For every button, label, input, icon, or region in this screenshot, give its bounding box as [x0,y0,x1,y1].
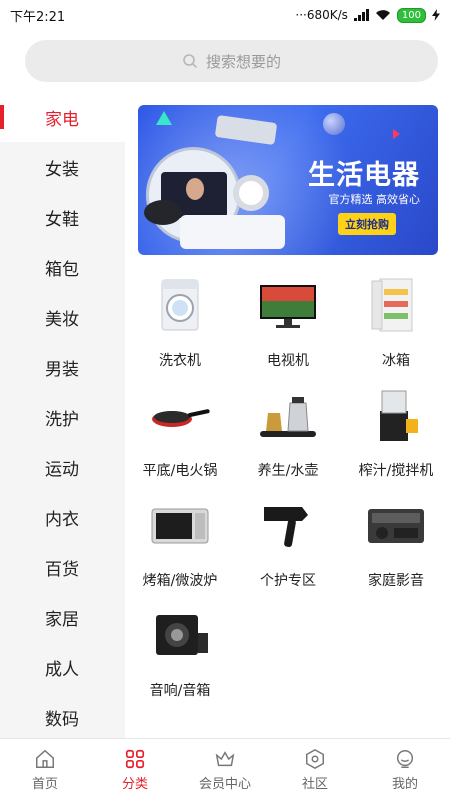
sidebar-item-label: 女装 [45,159,79,180]
category-speaker[interactable]: 音响/音箱 [125,600,235,710]
banner-subtitle: 官方精选 高效省心 [328,193,421,206]
sidebar-item-digital[interactable]: 数码 [0,692,125,738]
sphere-decoration [323,113,345,135]
promo-banner[interactable]: 生活电器 官方精选 高效省心 立刻抢购 [138,105,438,255]
sidebar-item-bags[interactable]: 箱包 [0,242,125,292]
sidebar-item-mens-clothing[interactable]: 男装 [0,342,125,392]
crown-icon [215,750,235,766]
kettle-icon [260,397,316,437]
sidebar-item-womens-shoes[interactable]: 女鞋 [0,192,125,242]
category-kettle[interactable]: 养生/水壶 [233,380,343,490]
sidebar-item-adult[interactable]: 成人 [0,642,125,692]
hair-dryer-icon [264,507,308,548]
tv-icon [260,285,316,328]
sidebar-item-appliances[interactable]: 家电 [0,92,125,142]
wifi-icon [375,10,390,20]
sidebar-item-general-goods[interactable]: 百货 [0,542,125,592]
sidebar-item-label: 男装 [45,359,79,380]
sidebar-item-label: 家电 [45,109,79,130]
charging-icon [432,9,440,21]
category-label: 平底/电火锅 [142,463,218,479]
sidebar-item-label: 箱包 [45,259,79,280]
category-label: 电视机 [267,353,309,369]
category-washing-machine[interactable]: 洗衣机 [125,270,235,380]
nav-label: 我的 [391,776,418,792]
category-label: 烤箱/微波炉 [142,573,218,589]
nav-profile[interactable]: 我的 [360,739,450,800]
status-indicators: ···680K/s 100 [295,7,440,23]
banner-title: 生活电器 [308,160,420,191]
category-sidebar[interactable]: 家电 女装 女鞋 箱包 美妆 男装 洗护 运动 内衣 百货 家居 成人 数码 [0,92,125,738]
sidebar-item-label: 洗护 [45,409,79,430]
sidebar-item-personal-care[interactable]: 洗护 [0,392,125,442]
search-icon [183,54,198,69]
category-label: 洗衣机 [159,353,201,369]
sidebar-item-home[interactable]: 家居 [0,592,125,642]
category-label: 榨汁/搅拌机 [358,463,434,479]
camera-image [233,175,269,211]
category-home-audio[interactable]: 家庭影音 [341,490,450,600]
category-personal-care[interactable]: 个护专区 [233,490,343,600]
sidebar-item-sports[interactable]: 运动 [0,442,125,492]
status-time: 下午2:21 [10,9,66,25]
fridge-icon [371,278,413,332]
sidebar-item-womens-clothing[interactable]: 女装 [0,142,125,192]
category-label: 冰箱 [382,353,410,369]
search-bar[interactable]: 搜索想要的 [25,40,438,82]
washing-machine-icon [161,279,199,331]
nav-label: 社区 [301,776,328,792]
battery-icon: 100 [396,7,426,23]
sidebar-item-label: 内衣 [45,509,79,530]
sidebar-item-label: 运动 [45,459,79,480]
sidebar-item-label: 女鞋 [45,209,79,230]
sidebar-item-makeup[interactable]: 美妆 [0,292,125,342]
nav-category[interactable]: 分类 [90,739,180,800]
community-icon [306,748,324,769]
buy-now-button[interactable]: 立刻抢购 [338,213,396,235]
sidebar-item-label: 数码 [45,709,79,730]
sidebar-item-label: 百货 [45,559,79,580]
home-icon [36,749,54,768]
category-tv[interactable]: 电视机 [233,270,343,380]
category-microwave[interactable]: 烤箱/微波炉 [125,490,235,600]
microwave-icon [151,508,209,544]
nav-label: 会员中心 [198,776,251,792]
juicer-icon [380,390,418,441]
network-speed: ···680K/s [295,8,348,22]
category-fridge[interactable]: 冰箱 [341,270,450,380]
frying-pan-icon [152,409,210,427]
radio-icon [368,509,424,543]
category-label: 养生/水壶 [257,463,319,479]
speaker-icon [156,615,208,655]
battery-level: 100 [396,7,426,23]
sidebar-item-label: 美妆 [45,309,79,330]
sidebar-item-label: 家居 [45,609,79,630]
nav-label: 分类 [121,776,148,792]
profile-icon [396,749,414,768]
category-juicer[interactable]: 榨汁/搅拌机 [341,380,450,490]
category-label: 个护专区 [260,573,316,589]
gem-decoration [156,111,172,125]
category-label: 音响/音箱 [149,683,211,699]
nav-member-center[interactable]: 会员中心 [180,739,270,800]
category-label: 家庭影音 [368,573,424,589]
triangle-decoration [393,129,400,139]
category-frying-pan[interactable]: 平底/电火锅 [125,380,235,490]
bottom-navigation: 首页 分类 会员中心 社区 我的 [0,738,450,800]
smart-speaker-image [144,200,182,225]
nav-community[interactable]: 社区 [270,739,360,800]
router-image [180,215,285,249]
nav-label: 首页 [31,776,58,792]
signal-icon [353,9,369,21]
status-bar: 下午2:21 ···680K/s 100 [0,0,450,30]
category-icon [125,749,145,768]
sidebar-item-label: 成人 [45,659,79,680]
sidebar-item-underwear[interactable]: 内衣 [0,492,125,542]
nav-home[interactable]: 首页 [0,739,90,800]
search-placeholder: 搜索想要的 [205,52,281,71]
